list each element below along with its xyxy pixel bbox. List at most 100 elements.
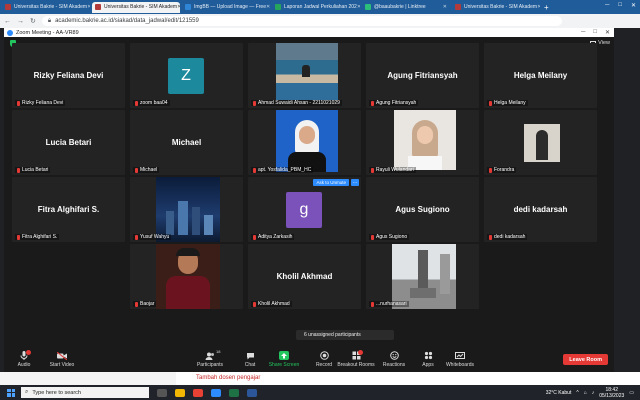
browser-tab[interactable]: Universitas Bakrie - SIM Akadem ✕ xyxy=(452,2,540,13)
taskbar-search-box[interactable]: ⌕ Type here to search xyxy=(21,387,149,398)
participant-tile[interactable]: Kholil Akhmad Kholil Akhmad xyxy=(248,244,361,309)
participant-name-label: Kholil Akhmad xyxy=(251,301,292,307)
participant-tile[interactable]: Rizky Feliana Devi Rizky Feliana Devi xyxy=(12,43,125,108)
toolbar-button-whiteboards[interactable]: Whiteboards xyxy=(440,351,480,368)
toolbar-button-label: Start Video xyxy=(49,362,75,368)
tab-close-icon[interactable]: ✕ xyxy=(87,4,90,10)
clock[interactable]: 18:42 05/13/2023 xyxy=(599,387,624,399)
participant-tile[interactable]: Lucia Betari Lucia Betari xyxy=(12,110,125,175)
toolbar-button-video[interactable]: Start Video xyxy=(42,351,82,368)
new-tab-button[interactable]: + xyxy=(544,3,549,12)
ask-to-unmute-button[interactable]: Ask to Unmute xyxy=(313,179,349,186)
file-explorer-icon[interactable] xyxy=(175,388,185,397)
reload-icon[interactable]: ↻ xyxy=(30,17,36,25)
word-icon[interactable] xyxy=(247,388,257,397)
muted-mic-icon xyxy=(253,167,256,173)
muted-mic-icon xyxy=(253,100,256,106)
toolbar-button-audio[interactable]: Audio xyxy=(4,350,44,368)
tab-favicon-icon xyxy=(455,4,461,10)
toolbar-button-share-screen[interactable]: Share Screen xyxy=(264,351,304,368)
chrome-icon[interactable] xyxy=(193,388,203,397)
unassigned-participants-bar[interactable]: 6 unassigned participants xyxy=(296,330,394,340)
participant-tile[interactable]: Zzoom baa04 xyxy=(130,43,243,108)
participant-tile[interactable]: Yusuf Wahyu xyxy=(130,177,243,242)
tab-close-icon[interactable]: ✕ xyxy=(177,4,180,10)
volume-icon[interactable]: ♪ xyxy=(592,390,595,396)
browser-tab[interactable]: Universitas Bakrie - SIM Akadem ✕ xyxy=(2,2,90,13)
participant-name-label: Fitra Alghifari S. xyxy=(15,234,60,240)
zoom-close-icon[interactable]: ✕ xyxy=(605,29,610,36)
video-feed xyxy=(156,244,220,309)
participant-name-label: Rizky Feliana Devi xyxy=(15,100,66,106)
zoom-title-bar: Zoom Meeting - AA-VR89 ─ □ ✕ xyxy=(4,28,614,37)
browser-tab[interactable]: Universitas Bakrie - SIM Akadem ✕ xyxy=(92,1,180,13)
zoom-maximize-icon[interactable]: □ xyxy=(593,29,597,36)
weather-text[interactable]: 32°C Kabut xyxy=(546,390,572,396)
browser-tab[interactable]: Laporan Jadwal Perkuliahan 202 ✕ xyxy=(272,2,360,13)
back-icon[interactable]: ← xyxy=(4,18,11,25)
tab-close-icon[interactable]: ✕ xyxy=(266,4,270,10)
tab-close-icon[interactable]: ✕ xyxy=(443,4,447,10)
participant-tile[interactable]: Michael Michael xyxy=(130,110,243,175)
participant-tile[interactable]: Ahmad Suwaidi Ahsan - 2211021029 xyxy=(248,43,361,108)
participant-name-label: Aditya Zarkasih xyxy=(251,234,295,240)
browser-tab[interactable]: @baaubakrie | Linktree ✕ xyxy=(362,2,450,13)
toolbar-button-breakout-rooms[interactable]: Breakout Rooms xyxy=(336,350,376,368)
browser-tab-bar: Universitas Bakrie - SIM Akadem ✕ Universi… xyxy=(0,0,640,14)
add-lecturer-link[interactable]: Tambah dosen pengajar xyxy=(196,375,260,381)
leave-room-button[interactable]: Leave Room xyxy=(563,354,608,365)
zoom-app-icon[interactable] xyxy=(211,388,221,397)
muted-mic-icon xyxy=(17,167,20,173)
muted-mic-icon xyxy=(17,234,20,240)
participant-tile[interactable]: Baojar xyxy=(130,244,243,309)
participant-tile[interactable]: dedi kadarsah dedi kadarsah xyxy=(484,177,597,242)
participant-count: 18 xyxy=(216,349,221,354)
muted-mic-icon xyxy=(489,234,492,240)
tab-title: Laporan Jadwal Perkuliahan 202 xyxy=(284,4,357,10)
url-field[interactable]: 🔒︎ academic.bakrie.ac.id/siakad/data_jad… xyxy=(41,16,562,26)
participant-display-name: Michael xyxy=(171,138,202,147)
participant-label-text: Rizky Feliana Devi xyxy=(22,100,64,106)
zoom-minimize-icon[interactable]: ─ xyxy=(581,29,585,36)
maximize-icon[interactable]: □ xyxy=(618,2,622,9)
participant-tile[interactable]: Forandra xyxy=(484,110,597,175)
participant-display-name: Fitra Alghifari S. xyxy=(37,205,100,214)
participant-tile[interactable]: Agus Sugiono Agus Sugiono xyxy=(366,177,479,242)
tab-close-icon[interactable]: ✕ xyxy=(357,4,360,10)
participant-label-text: Ahmad Suwaidi Ahsan - 2211021029 xyxy=(258,100,340,106)
url-text: academic.bakrie.ac.id/siakad/data_jadwal… xyxy=(55,18,199,24)
participant-tile[interactable]: Rayuli Wulandari xyxy=(366,110,479,175)
participant-tile[interactable]: g Aditya Zarkasih Ask to Unmute ··· xyxy=(248,177,361,242)
tray-chevron-icon[interactable]: ^ xyxy=(576,390,578,396)
participant-tile[interactable]: Fitra Alghifari S. Fitra Alghifari S. xyxy=(12,177,125,242)
participant-display-name: Rizky Feliana Devi xyxy=(33,71,104,80)
task-view-icon[interactable] xyxy=(157,388,167,397)
participant-tile[interactable]: Agung Fitriansyah Agung Fitriansyah xyxy=(366,43,479,108)
participant-label-text: Yusuf Wahyu xyxy=(140,234,170,240)
participant-tile[interactable]: ...nurhanasari xyxy=(366,244,479,309)
participants-icon: 18 xyxy=(205,349,220,360)
notifications-icon[interactable]: ▭ xyxy=(629,390,634,396)
participant-label-text: ...nurhanasari xyxy=(376,301,407,307)
tab-close-icon[interactable]: ✕ xyxy=(537,4,540,10)
muted-mic-icon xyxy=(253,234,256,240)
minimize-icon[interactable]: ─ xyxy=(605,2,609,9)
participant-name-label: dedi kadarsah xyxy=(487,234,528,240)
close-icon[interactable]: ✕ xyxy=(631,2,636,9)
toolbar-button-participants[interactable]: 18 Participants xyxy=(190,349,230,368)
participant-tile[interactable]: Helga Meilany Helga Meilany xyxy=(484,43,597,108)
participant-tile[interactable]: apt. Yosfalida_PBM_HC xyxy=(248,110,361,175)
participant-label-text: zoom baa04 xyxy=(140,100,168,106)
participant-label-text: Agus Sugiono xyxy=(376,234,408,240)
network-icon[interactable]: ⌂ xyxy=(584,390,587,396)
start-button[interactable] xyxy=(7,388,15,397)
clock-date: 05/13/2023 xyxy=(599,392,625,399)
forward-icon[interactable]: → xyxy=(17,18,24,25)
browser-tab[interactable]: ImgBB — Upload Image — Free ✕ xyxy=(182,2,270,13)
tab-favicon-icon xyxy=(95,4,101,10)
excel-icon[interactable] xyxy=(229,388,239,397)
more-options-button[interactable]: ··· xyxy=(351,179,359,186)
toolbar-button-label: Audio xyxy=(17,362,31,368)
participant-display-name: Kholil Akhmad xyxy=(276,272,333,281)
muted-mic-icon xyxy=(135,301,138,307)
